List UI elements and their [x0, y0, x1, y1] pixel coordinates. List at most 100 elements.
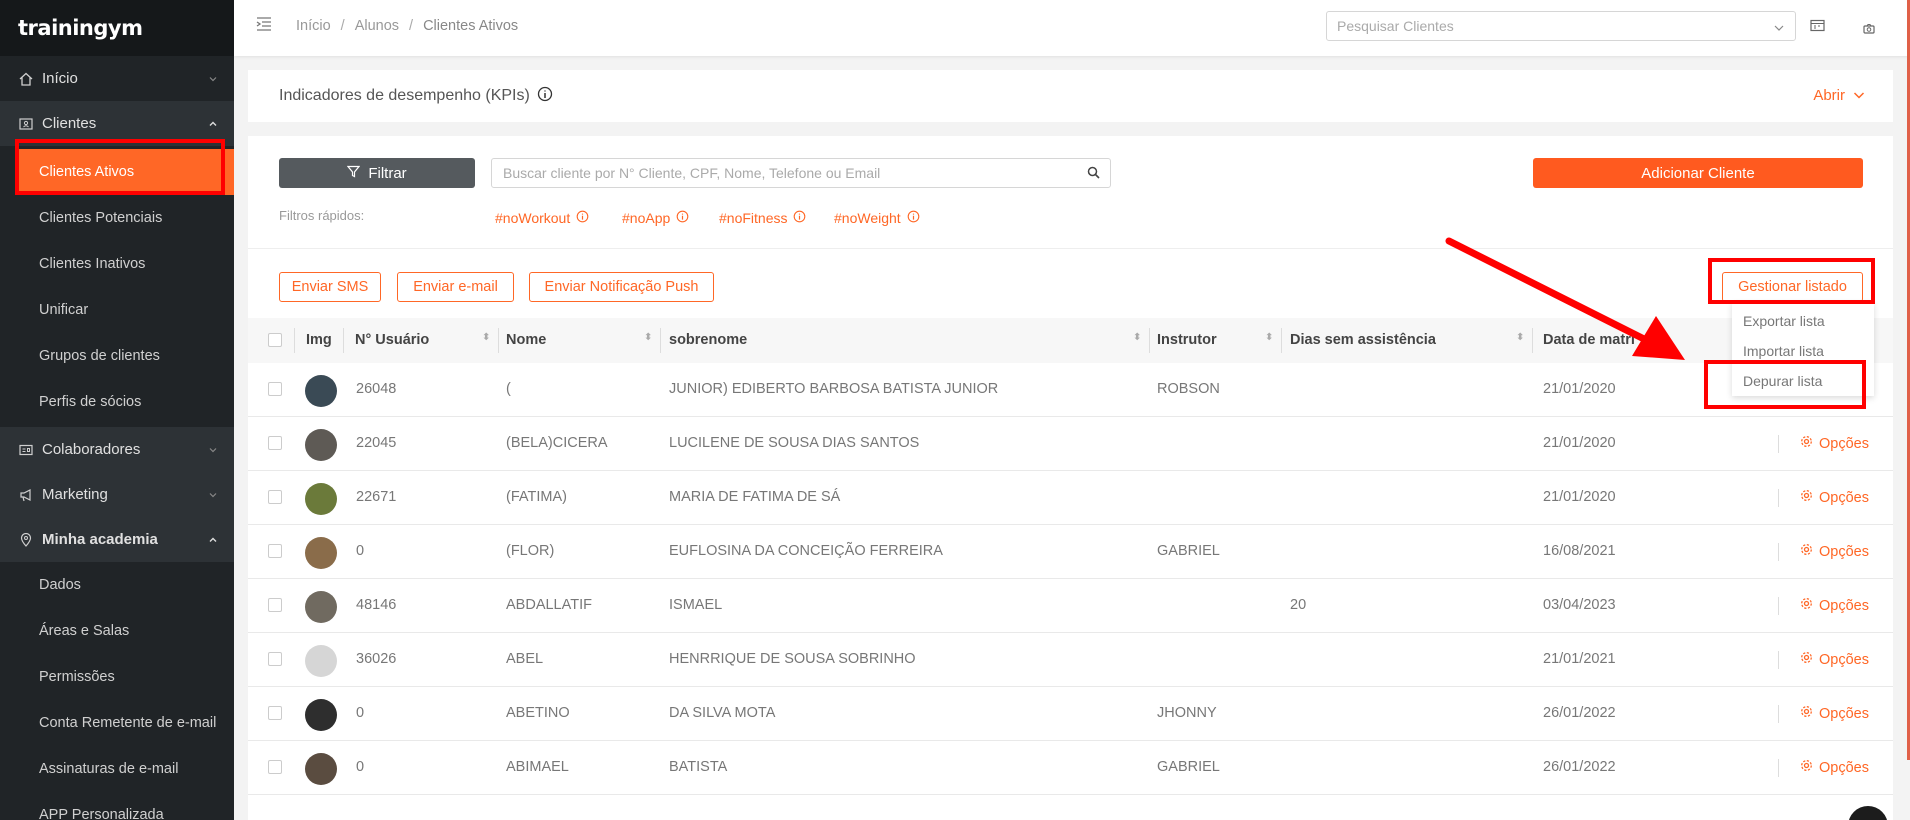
cell-user-number: 36026: [356, 651, 397, 667]
header-sobrenome[interactable]: sobrenome: [669, 332, 747, 348]
row-checkbox[interactable]: [268, 760, 282, 774]
header-dias-sem-assistencia[interactable]: Dias sem assistência: [1290, 332, 1436, 348]
header-label: Instrutor: [1157, 332, 1217, 348]
row-checkbox[interactable]: [268, 544, 282, 558]
nav-section-label: Marketing: [42, 486, 108, 503]
table-row[interactable]: 48146 ABDALLATIF ISMAEL 20 03/04/2023 Op…: [248, 579, 1893, 633]
nav-section-minha-academia[interactable]: Minha academia: [0, 517, 234, 562]
kpi-open-toggle[interactable]: Abrir: [1813, 87, 1865, 104]
header-nome[interactable]: Nome: [506, 332, 546, 348]
cell-nome: (FLOR): [506, 543, 555, 559]
select-all-checkbox[interactable]: [268, 333, 282, 347]
header-label: sobrenome: [669, 332, 748, 348]
add-client-button[interactable]: Adicionar Cliente: [1533, 158, 1863, 188]
send-push-button[interactable]: Enviar Notificação Push: [529, 272, 714, 302]
sidebar-item-permissoes[interactable]: Permissões: [0, 654, 234, 700]
quick-tag-noapp[interactable]: #noApp: [622, 210, 689, 226]
sidebar-item-perfis-de-socios[interactable]: Perfis de sócios: [0, 379, 234, 425]
menu-item-exportar[interactable]: Exportar lista: [1732, 306, 1874, 336]
cell-data: 21/01/2020: [1543, 435, 1616, 451]
options-label: Opções: [1819, 597, 1869, 614]
row-options-button[interactable]: Opções: [1800, 435, 1869, 452]
search-icon[interactable]: [1087, 166, 1100, 182]
sort-icon[interactable]: ⬍: [1133, 332, 1141, 343]
header-user-number[interactable]: N° Usuário: [355, 332, 429, 348]
row-checkbox[interactable]: [268, 436, 282, 450]
info-icon[interactable]: [537, 86, 553, 107]
search-clients-select[interactable]: Pesquisar Clientes: [1326, 11, 1796, 41]
table-row[interactable]: 0 ABETINO DA SILVA MOTA JHONNY 26/01/202…: [248, 687, 1893, 741]
kpi-title: Indicadores de desempenho (KPIs): [279, 87, 530, 104]
quick-tag-noworkout[interactable]: #noWorkout: [495, 210, 589, 226]
options-label: Opções: [1819, 489, 1869, 506]
table-row[interactable]: 22045 (BELA)CICERA LUCILENE DE SOUSA DIA…: [248, 417, 1893, 471]
manage-list-button[interactable]: Gestionar listado: [1722, 272, 1863, 302]
filter-button[interactable]: Filtrar: [279, 158, 475, 188]
home-icon: [18, 71, 34, 87]
menu-item-depurar[interactable]: Depurar lista: [1732, 366, 1874, 396]
client-search-input[interactable]: Buscar cliente por N° Cliente, CPF, Nome…: [491, 158, 1111, 188]
breadcrumb-inicio[interactable]: Início: [296, 18, 331, 34]
sidebar-item-grupos-de-clientes[interactable]: Grupos de clientes: [0, 333, 234, 379]
send-email-button[interactable]: Enviar e-mail: [397, 272, 514, 302]
nav-section-label: Início: [42, 70, 78, 87]
nav-section-marketing[interactable]: Marketing: [0, 472, 234, 517]
nav-section-clientes[interactable]: Clientes: [0, 101, 234, 146]
row-options-button[interactable]: Opções: [1800, 651, 1869, 668]
cell-sobrenome: LUCILENE DE SOUSA DIAS SANTOS: [669, 435, 920, 451]
breadcrumb-alunos[interactable]: Alunos: [355, 18, 399, 34]
table-row[interactable]: 0 (FLOR) EUFLOSINA DA CONCEIÇÃO FERREIRA…: [248, 525, 1893, 579]
row-checkbox[interactable]: [268, 706, 282, 720]
sort-icon[interactable]: ⬍: [1516, 332, 1524, 343]
sidebar-item-conta-remetente[interactable]: Conta Remetente de e-mail: [0, 700, 234, 746]
table-row[interactable]: 22671 (FATIMA) MARIA DE FATIMA DE SÁ 21/…: [248, 471, 1893, 525]
sidebar-item-areas-e-salas[interactable]: Áreas e Salas: [0, 608, 234, 654]
row-checkbox[interactable]: [268, 490, 282, 504]
row-options-button[interactable]: Opções: [1800, 759, 1869, 776]
table-row[interactable]: 0 ABIMAEL BATISTA GABRIEL 26/01/2022 Opç…: [248, 741, 1893, 795]
options-label: Opções: [1819, 759, 1869, 776]
info-icon: [576, 210, 589, 226]
avatar: [305, 753, 337, 785]
sidebar-item-unificar[interactable]: Unificar: [0, 287, 234, 333]
logo[interactable]: trainingym: [0, 0, 234, 56]
header-instrutor[interactable]: Instrutor: [1157, 332, 1217, 348]
calendar-icon[interactable]: [1810, 19, 1825, 35]
sidebar-item-app-personalizada[interactable]: APP Personalizada: [0, 792, 234, 820]
sidebar-item-assinaturas-email[interactable]: Assinaturas de e-mail: [0, 746, 234, 792]
menu-item-importar[interactable]: Importar lista: [1732, 336, 1874, 366]
sidebar-item-dados[interactable]: Dados: [0, 562, 234, 608]
cell-dias: 20: [1290, 597, 1307, 613]
row-options-button[interactable]: Opções: [1800, 489, 1869, 506]
table-row[interactable]: 26048 ( JUNIOR) EDIBERTO BARBOSA BATISTA…: [248, 363, 1893, 417]
sidebar-item-clientes-potenciais[interactable]: Clientes Potenciais: [0, 195, 234, 241]
row-options-button[interactable]: Opções: [1800, 705, 1869, 722]
clients-card: Filtrar Buscar cliente por N° Cliente, C…: [248, 136, 1893, 820]
quick-filters-label: Filtros rápidos:: [279, 208, 365, 223]
quick-tag-noweight[interactable]: #noWeight: [834, 210, 920, 226]
sort-icon[interactable]: ⬍: [482, 332, 490, 343]
kpi-panel: Indicadores de desempenho (KPIs) Abrir: [248, 70, 1893, 122]
row-checkbox[interactable]: [268, 382, 282, 396]
menu-toggle-icon[interactable]: [256, 17, 272, 34]
nav-section-colaboradores[interactable]: Colaboradores: [0, 427, 234, 472]
manage-list-dropdown: Exportar lista Importar lista Depurar li…: [1732, 302, 1874, 396]
cell-nome: ABEL: [506, 651, 544, 667]
row-options-button[interactable]: Opções: [1800, 543, 1869, 560]
sort-icon[interactable]: ⬍: [1265, 332, 1273, 343]
nav-section-inicio[interactable]: Início: [0, 56, 234, 101]
chevron-down-icon: [1773, 20, 1785, 36]
gear-icon: [1800, 705, 1813, 722]
sidebar-item-clientes-ativos[interactable]: Clientes Ativos: [16, 149, 234, 195]
id-card-icon: [18, 116, 34, 132]
row-options-button[interactable]: Opções: [1800, 597, 1869, 614]
header-data-matricula[interactable]: Data de matrí: [1543, 332, 1635, 348]
camera-icon[interactable]: [1863, 21, 1875, 37]
send-sms-button[interactable]: Enviar SMS: [279, 272, 381, 302]
row-checkbox[interactable]: [268, 598, 282, 612]
quick-tag-nofitness[interactable]: #noFitness: [719, 210, 806, 226]
table-row[interactable]: 36026 ABEL HENRRIQUE DE SOUSA SOBRINHO 2…: [248, 633, 1893, 687]
sidebar-item-clientes-inativos[interactable]: Clientes Inativos: [0, 241, 234, 287]
sort-icon[interactable]: ⬍: [644, 332, 652, 343]
row-checkbox[interactable]: [268, 652, 282, 666]
